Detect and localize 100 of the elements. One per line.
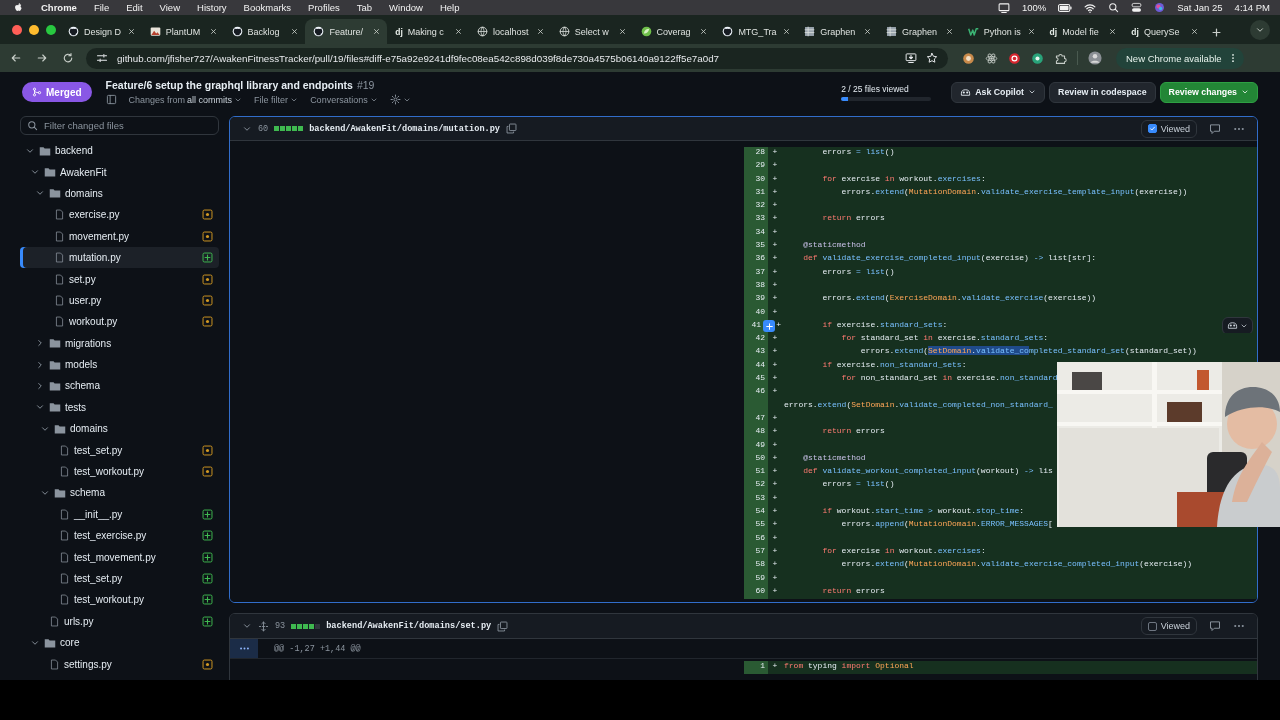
browser-tab[interactable]: MTG_Tra xyxy=(714,19,797,44)
codespace-button[interactable]: Review in codespace xyxy=(1049,81,1156,103)
tree-item[interactable]: test_workout.py xyxy=(20,589,219,611)
search-icon[interactable] xyxy=(1108,2,1120,13)
menu-item[interactable]: Window xyxy=(389,2,423,13)
close-icon[interactable] xyxy=(1026,27,1036,36)
close-icon[interactable] xyxy=(535,27,545,36)
folder-item[interactable]: tests xyxy=(20,396,219,419)
browser-tab[interactable]: Graphen xyxy=(796,19,878,44)
copy-icon[interactable] xyxy=(497,620,509,632)
tune-icon[interactable] xyxy=(96,52,108,64)
viewed-button[interactable]: Viewed xyxy=(1140,617,1197,635)
toggles-icon[interactable] xyxy=(1131,2,1143,13)
close-icon[interactable] xyxy=(208,27,218,36)
ask-copilot-button[interactable]: Ask Copilot xyxy=(951,81,1046,103)
comment-icon[interactable] xyxy=(1209,122,1221,135)
minimize-button[interactable] xyxy=(29,24,39,35)
checkbox[interactable] xyxy=(1147,621,1157,631)
browser-tab[interactable]: dj Model fie xyxy=(1041,19,1124,44)
conversations-dropdown[interactable]: Conversations xyxy=(310,94,378,105)
browser-tab[interactable]: Python is xyxy=(959,19,1042,44)
browser-tab[interactable]: Design D xyxy=(60,19,142,44)
zoom-button[interactable] xyxy=(46,24,56,35)
commits-dropdown[interactable]: Changes from all commits xyxy=(128,94,243,105)
tree-item[interactable]: test_exercise.py xyxy=(20,525,219,547)
review-changes-button[interactable]: Review changes xyxy=(1159,81,1258,103)
browser-tab[interactable]: Select w xyxy=(550,19,633,44)
browser-tab[interactable]: Graphen xyxy=(877,19,960,44)
menu-item[interactable]: Profiles xyxy=(308,2,340,13)
add-comment-button[interactable] xyxy=(763,320,775,333)
browser-tab[interactable]: dj QuerySe xyxy=(1123,19,1206,44)
viewed-button[interactable]: Viewed xyxy=(1140,119,1197,138)
folder-item[interactable]: backend xyxy=(20,140,219,162)
avatar-icon[interactable] xyxy=(1088,51,1102,65)
browser-tab[interactable]: Coverag xyxy=(632,19,715,44)
close-icon[interactable] xyxy=(290,27,300,36)
filter-field[interactable]: Filter changed files xyxy=(20,116,219,135)
disk-icon[interactable] xyxy=(962,51,975,65)
tree-item[interactable]: set.py xyxy=(20,268,219,290)
tree-item[interactable]: workout.py xyxy=(20,311,219,333)
monitor-icon[interactable] xyxy=(997,1,1010,14)
ring-icon[interactable] xyxy=(1008,51,1021,65)
folder-item[interactable]: core xyxy=(20,632,219,654)
star-icon[interactable] xyxy=(926,52,938,64)
close-icon[interactable] xyxy=(454,27,463,36)
folder-item[interactable]: domains xyxy=(20,418,219,440)
reload-icon[interactable] xyxy=(62,52,74,64)
unfold-icon[interactable] xyxy=(258,620,269,632)
menu-item[interactable]: History xyxy=(197,2,227,13)
atom-icon[interactable] xyxy=(985,51,998,65)
tree-item[interactable]: mutation.py xyxy=(20,246,219,269)
wifi-icon[interactable] xyxy=(1084,1,1097,14)
app-menu[interactable]: Chrome xyxy=(41,2,77,13)
close-icon[interactable] xyxy=(372,27,382,36)
close-icon[interactable] xyxy=(1190,27,1200,36)
disk-icon[interactable] xyxy=(1031,51,1044,65)
close-icon[interactable] xyxy=(862,27,872,36)
copy-icon[interactable] xyxy=(506,123,517,134)
address-field[interactable]: github.com/jfisher727/AwakenFitnessTracker/pull/19/files#diff-e75a92e9241df9fec08ea542c898d039f8de730a4575b06140a9122ff5e7a0d7 xyxy=(86,47,948,69)
tree-item[interactable]: settings.py xyxy=(20,653,219,675)
folder-item[interactable]: schema xyxy=(20,482,219,504)
menu-item[interactable]: File xyxy=(93,2,110,13)
close-icon[interactable] xyxy=(126,27,136,36)
back-icon[interactable] xyxy=(10,52,22,64)
close-icon[interactable] xyxy=(1108,27,1118,36)
tree-item[interactable]: test_workout.py xyxy=(20,460,219,483)
browser-tab[interactable]: Feature/ xyxy=(305,19,388,44)
tree-item[interactable]: exercise.py xyxy=(20,204,219,226)
update-button[interactable]: New Chrome available xyxy=(1116,47,1244,69)
tree-item[interactable]: urls.py xyxy=(20,610,219,632)
chevron-icon[interactable] xyxy=(35,338,45,349)
tree-item[interactable]: __init__.py xyxy=(20,503,219,526)
plus-icon[interactable] xyxy=(1211,27,1223,38)
close-icon[interactable] xyxy=(944,27,954,36)
folder-item[interactable]: models xyxy=(20,353,219,376)
orb-icon[interactable] xyxy=(1154,2,1166,13)
file-filter-dropdown[interactable]: File filter xyxy=(254,94,299,105)
browser-tab[interactable]: dj Making c xyxy=(387,19,469,44)
tree-item[interactable]: test_set.py xyxy=(20,567,219,590)
browser-tab[interactable]: localhost xyxy=(469,19,551,44)
menu-item[interactable]: Tab xyxy=(356,2,373,13)
menu-item[interactable]: Edit xyxy=(126,2,143,13)
tree-item[interactable]: user.py xyxy=(20,289,219,312)
folder-item[interactable]: AwakenFit xyxy=(20,161,219,183)
close-icon[interactable] xyxy=(781,27,791,36)
checkbox[interactable] xyxy=(1147,124,1157,133)
puzzle-icon[interactable] xyxy=(1054,51,1067,65)
folder-item[interactable]: migrations xyxy=(20,332,219,354)
close-icon[interactable] xyxy=(617,27,627,36)
menu-item[interactable]: Bookmarks xyxy=(243,2,292,13)
settings-dropdown[interactable] xyxy=(389,94,411,105)
menu-item[interactable]: Help xyxy=(439,2,460,13)
sidebar-toggle-icon[interactable] xyxy=(105,94,117,105)
close-window-button[interactable] xyxy=(12,24,22,35)
browser-tab[interactable]: Backlog xyxy=(223,19,306,44)
forward-icon[interactable] xyxy=(36,52,48,64)
folder-item[interactable]: schema xyxy=(20,375,219,397)
tree-item[interactable]: test_set.py xyxy=(20,439,219,461)
chevron-icon[interactable] xyxy=(35,359,45,370)
folder-item[interactable]: domains xyxy=(20,182,219,205)
